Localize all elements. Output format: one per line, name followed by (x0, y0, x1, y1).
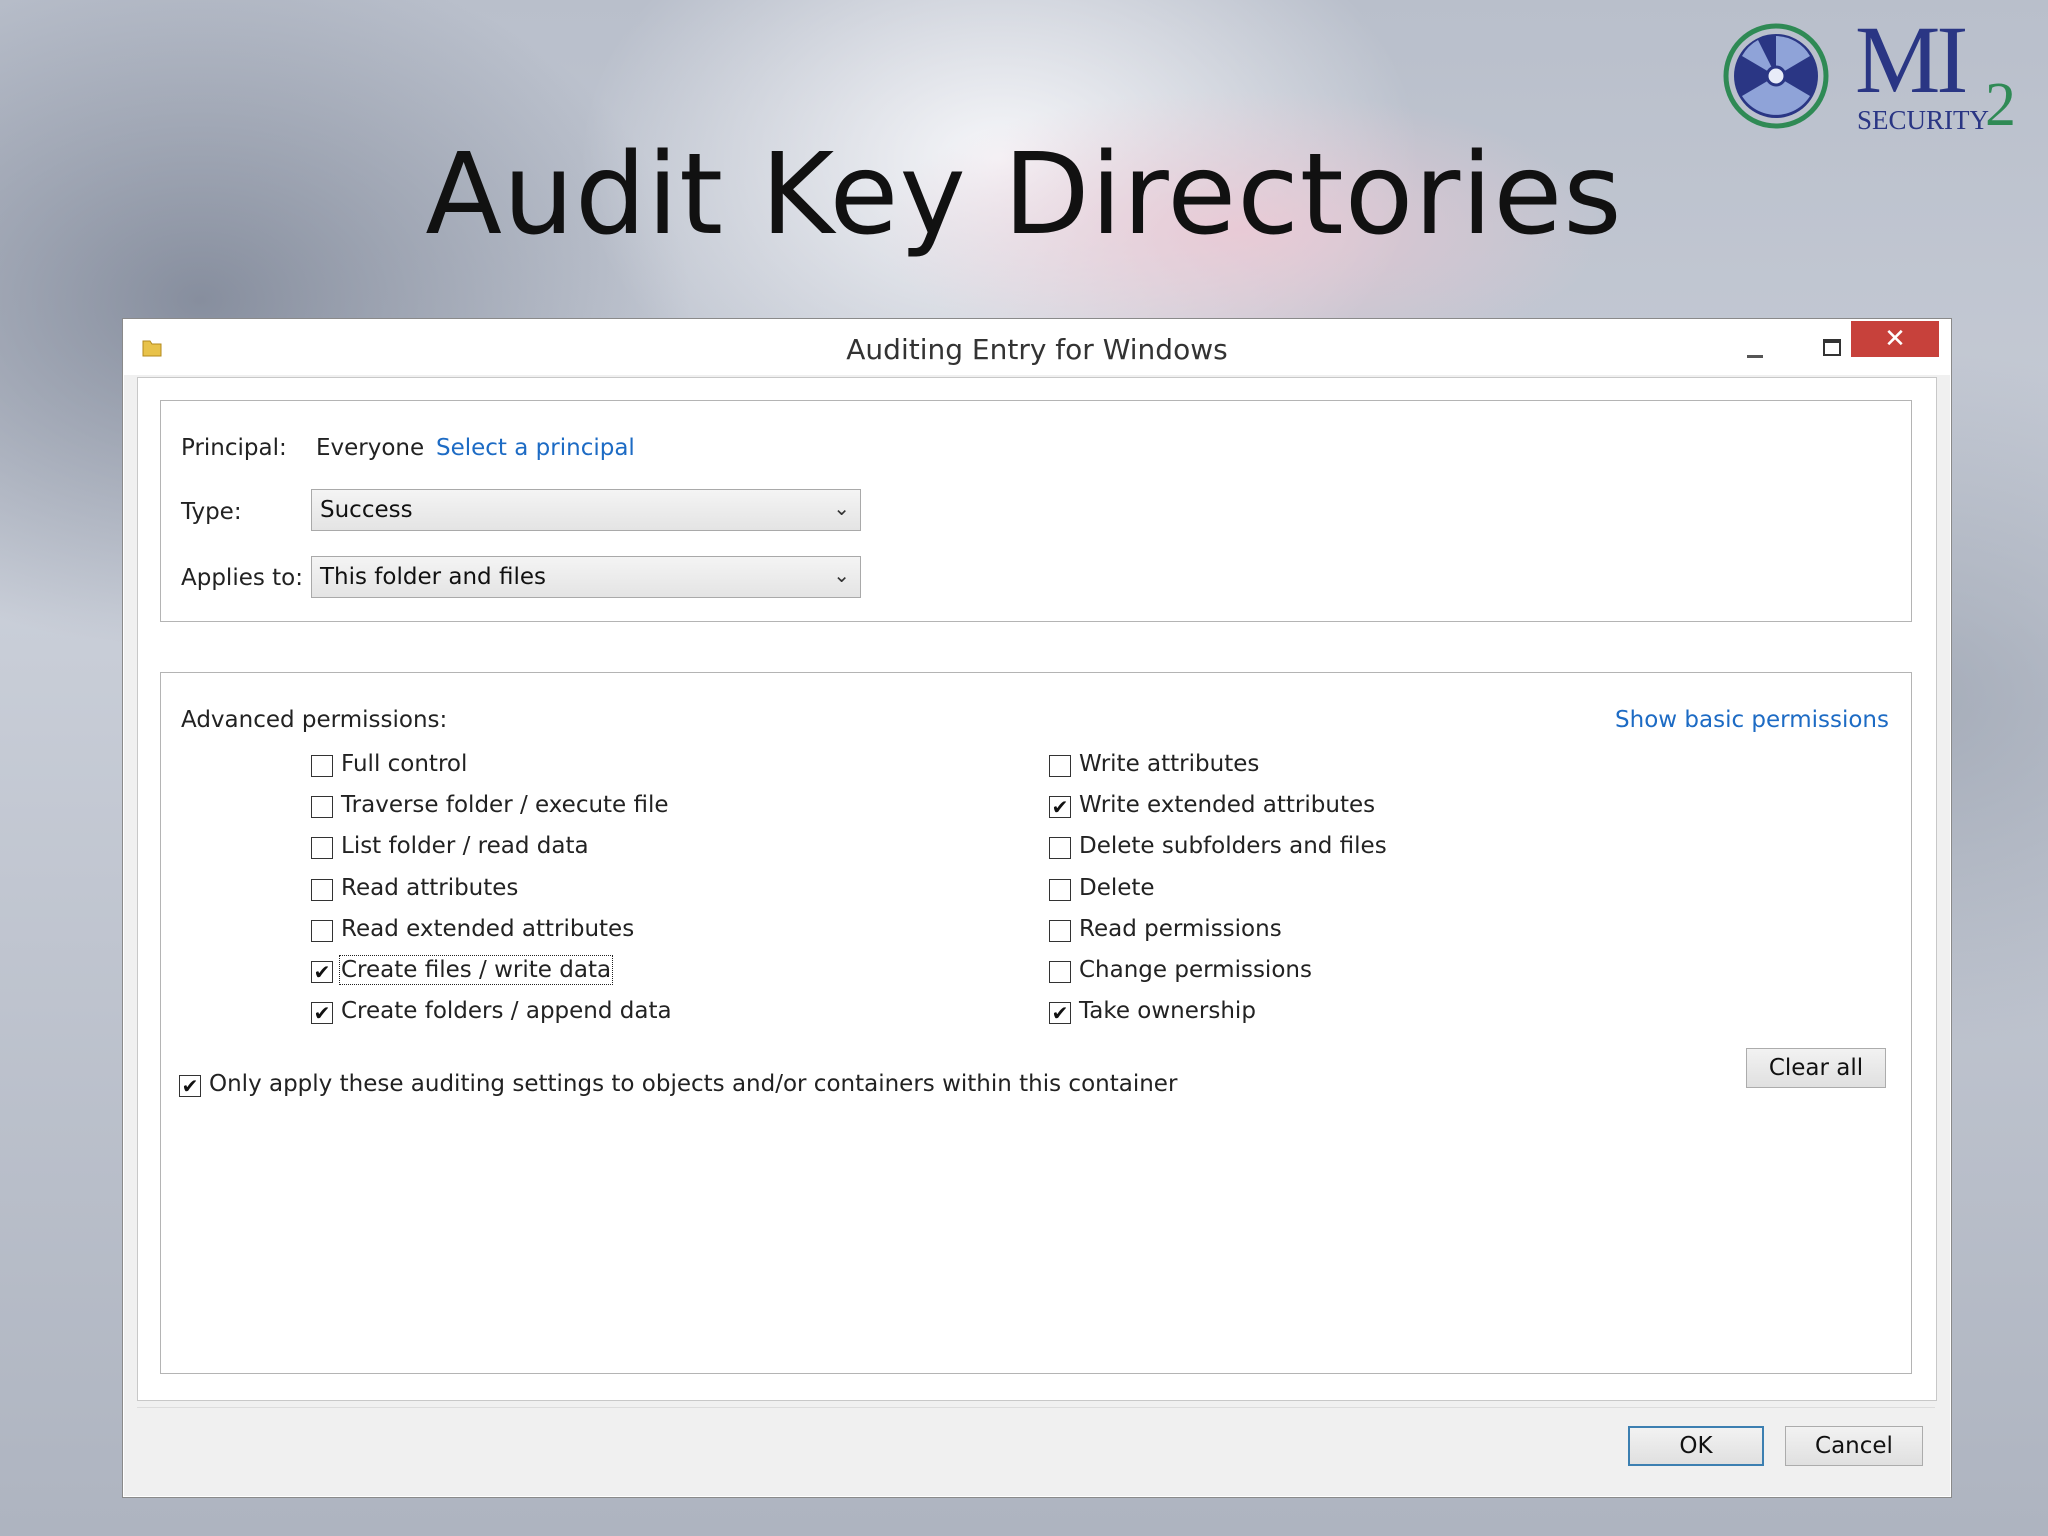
permission-checkbox[interactable] (1049, 755, 1071, 777)
permission-checkbox[interactable] (1049, 878, 1071, 901)
permission-label: Full control (341, 751, 468, 777)
permission-row[interactable]: ✔ Create files / write data (311, 955, 1001, 989)
applies-to-value: This folder and files (320, 564, 546, 590)
only-apply-label: Only apply these auditing settings to ob… (209, 1071, 1178, 1097)
show-basic-permissions-link[interactable]: Show basic permissions (1615, 707, 1889, 733)
permission-checkbox[interactable] (311, 796, 333, 819)
applies-to-label: Applies to: (181, 565, 303, 591)
permission-row[interactable]: Full control (311, 751, 1001, 783)
permission-row[interactable]: List folder / read data (311, 833, 1001, 865)
minimize-button[interactable] (1733, 335, 1779, 365)
slide-title: Audit Key Directories (425, 130, 1623, 260)
only-apply-checkbox[interactable]: ✔ (179, 1075, 201, 1097)
permissions-right-column: Write attributes ✔ Write extended attribut… (1049, 751, 1749, 1041)
permission-checkbox[interactable] (311, 837, 333, 860)
logo-word: MI (1855, 6, 1968, 113)
permission-label: Read extended attributes (341, 915, 635, 942)
select-principal-link[interactable]: Select a principal (436, 435, 635, 461)
permission-label: Write attributes (1079, 751, 1260, 777)
permission-checkbox[interactable]: ✔ (1049, 796, 1071, 819)
chevron-down-icon: ⌄ (833, 563, 850, 587)
permission-checkbox[interactable] (1049, 919, 1071, 942)
advanced-permissions-group: Advanced permissions: Show basic permiss… (160, 672, 1912, 1374)
logo-num: 2 (1985, 71, 2016, 139)
dialog-content: Principal: Everyone Select a principal T… (137, 377, 1937, 1401)
logo-emblem-icon (1723, 23, 1829, 129)
permission-row[interactable]: Delete (1049, 875, 1739, 907)
advanced-permissions-label: Advanced permissions: (181, 707, 448, 733)
permission-checkbox[interactable] (1049, 837, 1071, 860)
principal-value: Everyone (316, 435, 425, 461)
auditing-entry-dialog: Auditing Entry for Windows ✕ Principal: … (122, 318, 1952, 1498)
permission-row[interactable]: Change permissions (1049, 957, 1739, 989)
permission-label: Write extended attributes (1079, 792, 1376, 819)
permission-checkbox[interactable] (311, 755, 333, 777)
close-button[interactable]: ✕ (1851, 321, 1939, 357)
dialog-title: Auditing Entry for Windows (846, 333, 1228, 366)
title-bar: Auditing Entry for Windows ✕ (123, 319, 1951, 375)
permission-row[interactable]: Traverse folder / execute file (311, 792, 1001, 824)
applies-to-dropdown[interactable]: This folder and files ⌄ (311, 556, 861, 598)
permissions-left-column: Full control Traverse folder / execute fi… (311, 751, 1011, 1041)
permission-label: Delete subfolders and files (1079, 833, 1387, 860)
permission-row[interactable]: Read extended attributes (311, 916, 1001, 948)
dialog-footer: OK Cancel (137, 1407, 1935, 1486)
permission-label: Read permissions (1079, 915, 1282, 942)
permission-checkbox[interactable]: ✔ (311, 961, 333, 983)
permission-label: Traverse folder / execute file (341, 792, 669, 819)
permission-checkbox[interactable] (311, 878, 333, 901)
cancel-button[interactable]: Cancel (1785, 1426, 1923, 1466)
type-value: Success (320, 497, 413, 523)
permission-label: Change permissions (1079, 957, 1312, 983)
permission-row[interactable]: ✔ Take ownership (1049, 998, 1739, 1030)
permission-checkbox[interactable] (1049, 961, 1071, 983)
principal-group: Principal: Everyone Select a principal T… (160, 400, 1912, 622)
permission-row[interactable]: ✔ Write extended attributes (1049, 792, 1739, 824)
permission-row[interactable]: Write attributes (1049, 751, 1739, 783)
permission-checkbox[interactable]: ✔ (1049, 1002, 1071, 1025)
ok-button[interactable]: OK (1628, 1426, 1764, 1466)
type-label: Type: (181, 499, 242, 525)
maximize-button[interactable] (1815, 331, 1847, 363)
permission-row[interactable]: Read attributes (311, 875, 1001, 907)
permission-row[interactable]: Delete subfolders and files (1049, 833, 1739, 865)
permission-label: Create folders / append data (341, 998, 672, 1025)
only-apply-checkbox-row[interactable]: ✔ Only apply these auditing settings to … (179, 1071, 1279, 1103)
permission-label: List folder / read data (341, 833, 589, 860)
permission-label: Create files / write data (338, 955, 614, 985)
permission-label: Read attributes (341, 874, 519, 901)
permission-row[interactable]: ✔ Create folders / append data (311, 998, 1001, 1030)
chevron-down-icon: ⌄ (833, 496, 850, 520)
permission-label: Take ownership (1079, 998, 1256, 1025)
permission-row[interactable]: Read permissions (1049, 916, 1739, 948)
permission-checkbox[interactable] (311, 919, 333, 942)
permission-checkbox[interactable]: ✔ (311, 1002, 333, 1025)
permission-label: Delete (1079, 874, 1155, 901)
logo-sub: SECURITY (1857, 105, 1990, 135)
clear-all-button[interactable]: Clear all (1746, 1048, 1886, 1088)
principal-label: Principal: (181, 435, 287, 461)
type-dropdown[interactable]: Success ⌄ (311, 489, 861, 531)
